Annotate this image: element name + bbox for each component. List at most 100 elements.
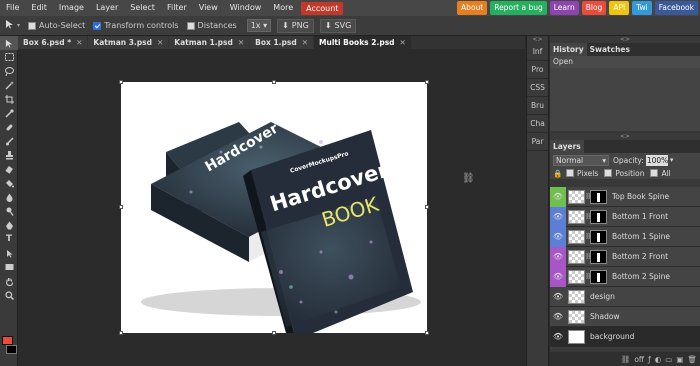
about-link[interactable]: About [457, 1, 488, 15]
clone-stamp-tool-icon[interactable] [0, 148, 18, 162]
transform-handle[interactable] [119, 205, 123, 209]
doc-tab[interactable]: Box 1.psd ✕ [250, 36, 314, 49]
report-bug-link[interactable]: Report a bug [490, 1, 547, 15]
eye-icon[interactable]: 👁 [550, 186, 566, 207]
layer-row[interactable]: 👁 ⛓ Bottom 2 Spine [550, 266, 700, 287]
folder-icon[interactable]: ▭ [665, 355, 672, 364]
fx-icon[interactable]: ƒ [648, 355, 651, 364]
blur-tool-icon[interactable] [0, 190, 18, 204]
link-layers-icon[interactable]: ⛓ [621, 355, 631, 364]
pen-tool-icon[interactable] [0, 218, 18, 232]
doc-tab-active[interactable]: Multi Books 2.psd ✕ [314, 36, 411, 49]
menu-layer[interactable]: Layer [90, 0, 124, 16]
close-icon[interactable]: ✕ [76, 38, 82, 47]
facebook-link[interactable]: Facebook [654, 1, 698, 15]
new-layer-icon[interactable]: ▣ [676, 355, 683, 364]
side-tab-properties[interactable]: Pro [527, 61, 548, 79]
transform-handle[interactable] [425, 331, 429, 335]
foreground-color-swatch[interactable] [2, 336, 13, 345]
zoom-tool-icon[interactable] [0, 288, 18, 302]
tab-history[interactable]: History [550, 43, 587, 56]
brush-tool-icon[interactable] [0, 134, 18, 148]
twitter-link[interactable]: Twi [632, 1, 652, 15]
document-canvas[interactable]: CoverMockupsPro Hardcover BOOK Hardcover [119, 80, 429, 344]
eye-icon[interactable]: 👁 [550, 307, 566, 327]
layer-row[interactable]: 👁 ⛓ Bottom 1 Spine [550, 226, 700, 247]
lock-pixels-option[interactable]: Pixels [566, 169, 598, 178]
eye-icon[interactable]: 👁 [550, 287, 566, 307]
layer-row[interactable]: 👁 ⛓ Top Book Spine [550, 186, 700, 207]
blog-link[interactable]: Blog [581, 1, 607, 15]
close-icon[interactable]: ✕ [157, 38, 163, 47]
lock-all-option[interactable]: All [650, 169, 671, 178]
distances-checkbox[interactable] [186, 21, 195, 30]
transform-handle[interactable] [119, 80, 123, 84]
distances-option[interactable]: Distances [186, 21, 237, 30]
background-color-swatch[interactable] [6, 345, 17, 354]
export-svg-button[interactable]: ⬇ SVG [319, 18, 357, 33]
menu-window[interactable]: Window [224, 0, 268, 16]
menu-image[interactable]: Image [53, 0, 90, 16]
menu-filter[interactable]: Filter [161, 0, 193, 16]
doc-tab[interactable]: Katman 3.psd ✕ [88, 36, 169, 49]
eye-icon[interactable]: 👁 [550, 327, 566, 347]
history-item[interactable]: Open [550, 56, 700, 68]
dropdown-arrow-icon[interactable]: ▾ [17, 22, 20, 29]
canvas-area[interactable]: CoverMockupsPro Hardcover BOOK Hardcover… [18, 49, 525, 366]
lock-position-checkbox[interactable] [604, 169, 613, 177]
opacity-input[interactable]: 100% [645, 154, 668, 166]
transform-controls-option[interactable]: Transform controls [93, 21, 179, 30]
account-button[interactable]: Account [301, 1, 344, 15]
chevron-down-icon[interactable]: ▾ [670, 156, 674, 164]
transform-handle[interactable] [119, 331, 123, 335]
layer-row[interactable]: 👁 ⛓ Bottom 1 Front [550, 206, 700, 227]
close-icon[interactable]: ✕ [400, 38, 406, 47]
move-tool-icon[interactable] [5, 19, 15, 32]
dodge-tool-icon[interactable] [0, 204, 18, 218]
layer-row[interactable]: 👁 Shadow [550, 307, 700, 327]
eye-icon[interactable]: 👁 [550, 266, 566, 287]
eye-icon[interactable]: 👁 [550, 226, 566, 247]
paint-bucket-tool-icon[interactable] [0, 176, 18, 190]
link-off-label[interactable]: off [634, 355, 644, 364]
eye-icon[interactable]: 👁 [550, 206, 566, 227]
magic-wand-tool-icon[interactable] [0, 78, 18, 92]
move-tool-icon[interactable] [0, 36, 18, 50]
tab-layers[interactable]: Layers [550, 140, 584, 153]
menu-view[interactable]: View [193, 0, 224, 16]
shape-tool-icon[interactable] [0, 260, 18, 274]
lasso-tool-icon[interactable] [0, 64, 18, 78]
close-icon[interactable]: ✕ [238, 38, 244, 47]
close-icon[interactable]: ✕ [302, 38, 308, 47]
zoom-select[interactable]: 1x ▾ [246, 19, 272, 32]
side-tab-css[interactable]: CSS [527, 79, 548, 97]
side-tab-brush[interactable]: Bru [527, 97, 548, 115]
api-link[interactable]: API [609, 1, 630, 15]
menu-edit[interactable]: Edit [25, 0, 53, 16]
healing-brush-tool-icon[interactable] [0, 120, 18, 134]
menu-file[interactable]: File [0, 0, 25, 16]
blend-mode-select[interactable]: Normal ▾ [553, 154, 609, 166]
side-tab-character[interactable]: Cha [527, 115, 548, 133]
layer-row[interactable]: 👁 design [550, 287, 700, 307]
crop-tool-icon[interactable] [0, 92, 18, 106]
transform-handle[interactable] [272, 80, 276, 84]
export-png-button[interactable]: ⬇ PNG [277, 18, 314, 33]
transform-controls-checkbox[interactable] [93, 21, 102, 30]
layer-row-selected[interactable]: 👁 background [550, 327, 700, 347]
eye-icon[interactable]: 👁 [550, 246, 566, 267]
doc-tab[interactable]: Box 6.psd * ✕ [18, 36, 88, 49]
lock-pixels-checkbox[interactable] [566, 169, 574, 177]
doc-tab[interactable]: Katman 1.psd ✕ [169, 36, 250, 49]
layer-row[interactable]: 👁 ⛓ Bottom 2 Front [550, 246, 700, 267]
menu-more[interactable]: More [267, 0, 299, 16]
side-tab-info[interactable]: Inf [527, 43, 548, 61]
lock-all-checkbox[interactable] [650, 169, 659, 177]
collapse-icon[interactable]: <> [527, 36, 548, 43]
marquee-tool-icon[interactable] [0, 50, 18, 64]
path-select-tool-icon[interactable] [0, 246, 18, 260]
eyedropper-tool-icon[interactable] [0, 106, 18, 120]
text-tool-icon[interactable]: T [0, 232, 18, 246]
learn-link[interactable]: Learn [549, 1, 579, 15]
trash-icon[interactable]: 🗑 [687, 355, 697, 364]
